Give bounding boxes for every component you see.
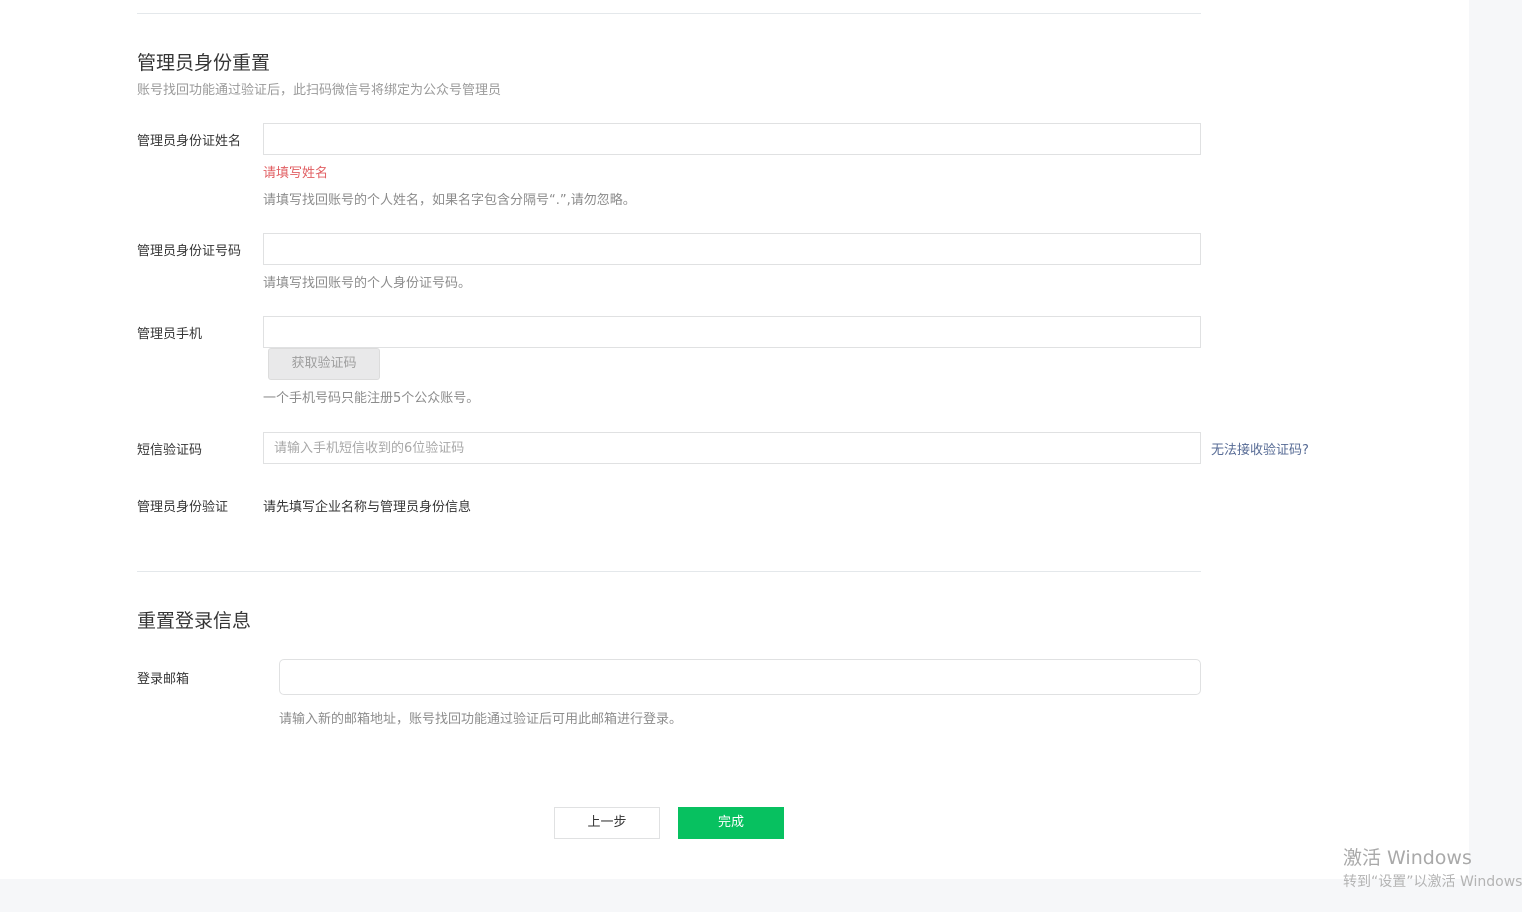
- id-number-tip: 请填写找回账号的个人身份证号码。: [263, 276, 472, 291]
- section-divider: [137, 571, 1201, 572]
- phone-label: 管理员手机: [137, 327, 203, 342]
- identity-verify-label: 管理员身份验证: [137, 500, 229, 515]
- login-section-title: 重置登录信息: [137, 610, 252, 632]
- identity-section-description: 账号找回功能通过验证后，此扫码微信号将绑定为公众号管理员: [137, 83, 502, 98]
- name-input[interactable]: [263, 123, 1201, 155]
- identity-verify-status: 请先填写企业名称与管理员身份信息: [263, 500, 472, 515]
- id-number-input[interactable]: [263, 233, 1201, 265]
- email-input[interactable]: [279, 659, 1201, 695]
- email-label: 登录邮箱: [137, 672, 190, 687]
- name-tip: 请填写找回账号的个人姓名，如果名字包含分隔号“.”,请勿忽略。: [263, 193, 636, 208]
- email-tip: 请输入新的邮箱地址，账号找回功能通过验证后可用此邮箱进行登录。: [279, 712, 683, 727]
- phone-input[interactable]: [263, 316, 1201, 348]
- sms-code-label: 短信验证码: [137, 443, 203, 458]
- activation-watermark-subtitle: 转到“设置”以激活 Windows: [1343, 874, 1522, 890]
- phone-tip: 一个手机号码只能注册5个公众账号。: [263, 391, 480, 406]
- finish-button[interactable]: 完成: [678, 807, 784, 839]
- activation-watermark-title: 激活 Windows: [1343, 847, 1472, 869]
- right-margin-panel: [1469, 0, 1522, 879]
- name-error-message: 请填写姓名: [263, 166, 329, 181]
- identity-section-title: 管理员身份重置: [137, 52, 271, 74]
- top-divider: [137, 13, 1201, 14]
- page-footer-band: [0, 879, 1522, 912]
- get-code-button[interactable]: 获取验证码: [268, 348, 380, 380]
- cannot-receive-code-link[interactable]: 无法接收验证码?: [1211, 439, 1309, 458]
- id-number-label: 管理员身份证号码: [137, 244, 242, 259]
- previous-step-button[interactable]: 上一步: [554, 807, 660, 839]
- name-label: 管理员身份证姓名: [137, 134, 242, 149]
- sms-code-input[interactable]: [263, 432, 1201, 464]
